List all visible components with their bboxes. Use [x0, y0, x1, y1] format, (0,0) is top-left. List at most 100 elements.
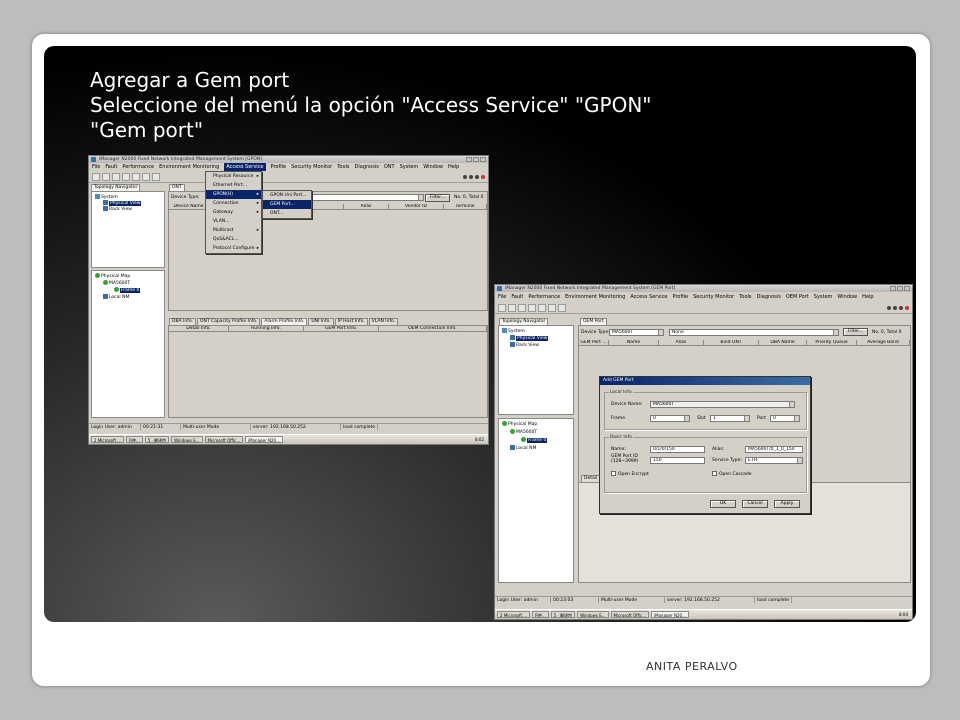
tree-item-system[interactable]: System [502, 328, 525, 335]
gem-port-id-field[interactable]: 150 [650, 457, 705, 464]
filter-select[interactable]: None [669, 329, 839, 336]
toolbar-button[interactable] [132, 173, 140, 181]
tree-item-rack-view[interactable]: Rack View [510, 342, 539, 349]
menu-fault[interactable]: Fault [105, 163, 117, 171]
menu-performance[interactable]: Performance [528, 293, 560, 301]
tree-item-rack-view[interactable]: Rack View [103, 206, 132, 213]
menu-file[interactable]: File [92, 163, 100, 171]
column-header[interactable]: OEM Connection Info. [379, 326, 487, 331]
tab-uni-info[interactable]: UNI Info. [308, 318, 334, 325]
menu-environment-monitoring[interactable]: Environment Monitoring [159, 163, 219, 171]
column-header[interactable]: Alias [344, 204, 389, 209]
menu-file[interactable]: File [498, 293, 506, 301]
menu-access-service[interactable]: Access Service [630, 293, 667, 301]
minimize-icon[interactable] [890, 286, 896, 291]
toolbar-button[interactable] [112, 173, 120, 181]
menu-item-vlan[interactable]: VLAN... [206, 217, 261, 226]
taskbar-item[interactable]: R使... [532, 611, 549, 618]
tab-ip-host-info[interactable]: IP Host Info. [334, 318, 368, 325]
apply-button[interactable]: Apply [774, 500, 800, 508]
menu-item-gpon-uni-port[interactable]: GPON Uni Port... [263, 191, 311, 200]
device-type-select[interactable]: MA5600T [609, 329, 664, 336]
menu-help[interactable]: Help [448, 163, 459, 171]
open-cascade-checkbox[interactable]: Open Cascade [712, 471, 752, 478]
toolbar-button[interactable] [102, 173, 110, 181]
taskbar-item[interactable]: Windows E... [171, 436, 203, 443]
column-header[interactable]: Average Band [857, 340, 910, 345]
tree-item-frame[interactable]: Frame 0 [521, 437, 548, 444]
menu-item-gpon[interactable]: GPON(H) ▸ [206, 190, 261, 199]
cancel-button[interactable]: Cancel [742, 500, 768, 508]
toolbar-button[interactable] [152, 173, 160, 181]
menu-item-multicast[interactable]: Multicast ▸ [206, 226, 261, 235]
menu-item-gateway[interactable]: Gateway ▸ [206, 208, 261, 217]
maximize-icon[interactable] [473, 157, 479, 162]
tab-vlan-info[interactable]: VLAN Info. [368, 318, 399, 325]
service-type-select[interactable]: ETH [745, 457, 803, 464]
tree-item-physical-view[interactable]: Physical View [510, 335, 549, 342]
menu-security-monitor[interactable]: Security Monitor [693, 293, 734, 301]
tree-item-frame[interactable]: Frame 0 [114, 287, 141, 294]
menu-item-ethernet-port[interactable]: Ethernet Port... [206, 181, 261, 190]
menu-fault[interactable]: Fault [511, 293, 523, 301]
column-header[interactable]: GEM Port Info. [304, 326, 379, 331]
column-header[interactable]: Name [609, 340, 659, 345]
tree-item-local-nm[interactable]: Local NM [510, 445, 536, 452]
column-header[interactable]: Detail Info. [169, 326, 229, 331]
taskbar-item[interactable]: Microsoft Offic... [610, 611, 650, 618]
menu-item-ont[interactable]: ONT... [263, 209, 311, 218]
toolbar-button[interactable] [528, 304, 536, 312]
tree-item-local-nm[interactable]: Local NM [103, 294, 129, 301]
menu-tools[interactable]: Tools [739, 293, 751, 301]
tree-item-device[interactable]: MA5600T [510, 429, 537, 436]
tab-ont[interactable]: ONT [169, 184, 185, 191]
menu-help[interactable]: Help [862, 293, 873, 301]
column-header[interactable]: Vendor ID [389, 204, 444, 209]
menu-performance[interactable]: Performance [122, 163, 154, 171]
name-field[interactable]: 0/1/0/150 [650, 446, 705, 453]
menu-diagnosis[interactable]: Diagnosis [757, 293, 781, 301]
taskbar-item[interactable]: iManager N20... [245, 436, 283, 443]
tab-topology-navigator[interactable]: Topology Navigator [91, 184, 141, 191]
device-type-select[interactable] [299, 194, 424, 201]
tree-item-physical-map[interactable]: Physical Map [502, 421, 537, 428]
close-icon[interactable] [904, 286, 910, 291]
menu-item-qos-acl[interactable]: QoS&ACL... [206, 235, 261, 244]
tab-alarm-profile[interactable]: Alarm Profile Info. [261, 318, 308, 325]
column-header[interactable]: Bind ONT [704, 340, 759, 345]
taskbar-item[interactable]: R使... [126, 436, 143, 443]
menu-environment-monitoring[interactable]: Environment Monitoring [565, 293, 625, 301]
menu-profile[interactable]: Profile [673, 293, 689, 301]
menu-item-physical-resource[interactable]: Physical Resource ▸ [206, 172, 261, 181]
menu-ont[interactable]: ONT [384, 163, 395, 171]
menu-diagnosis[interactable]: Diagnosis [355, 163, 379, 171]
toolbar-button[interactable] [518, 304, 526, 312]
device-name-field[interactable]: MA5600T [650, 401, 795, 408]
toolbar-button[interactable] [142, 173, 150, 181]
filter-button[interactable]: Filter... [425, 194, 450, 202]
toolbar-button[interactable] [122, 173, 130, 181]
taskbar-item[interactable]: 5 · 翻译特 [550, 611, 576, 618]
frame-select[interactable]: 0 [650, 415, 690, 422]
taskbar-item[interactable]: 5 · 翻译特 [144, 436, 170, 443]
tab-topology-navigator[interactable]: Topology Navigator [499, 318, 549, 325]
toolbar-button[interactable] [538, 304, 546, 312]
alias-field[interactable]: MA5600T/0_1_0_150 [745, 446, 803, 453]
column-header[interactable]: Priority Queue [807, 340, 857, 345]
minimize-icon[interactable] [466, 157, 472, 162]
column-header[interactable]: Device Name [169, 204, 209, 209]
toolbar-button[interactable] [548, 304, 556, 312]
toolbar-button[interactable] [558, 304, 566, 312]
taskbar-item[interactable]: Windows E... [577, 611, 609, 618]
menu-access-service[interactable]: Access Service [224, 163, 266, 171]
maximize-icon[interactable] [897, 286, 903, 291]
tab-ont-capacity[interactable]: ONT Capacity Profile Info. [196, 318, 261, 325]
column-header[interactable]: Running Info. [229, 326, 304, 331]
taskbar-item[interactable]: 2 Microsoft ... [497, 611, 531, 618]
menu-system[interactable]: System [400, 163, 419, 171]
menu-security-monitor[interactable]: Security Monitor [291, 163, 332, 171]
menu-item-gem-port[interactable]: GEM Port... [263, 200, 311, 209]
taskbar-item[interactable]: Microsoft Offic... [204, 436, 244, 443]
taskbar-item[interactable]: 2 Microsoft ... [91, 436, 125, 443]
menu-tools[interactable]: Tools [337, 163, 349, 171]
